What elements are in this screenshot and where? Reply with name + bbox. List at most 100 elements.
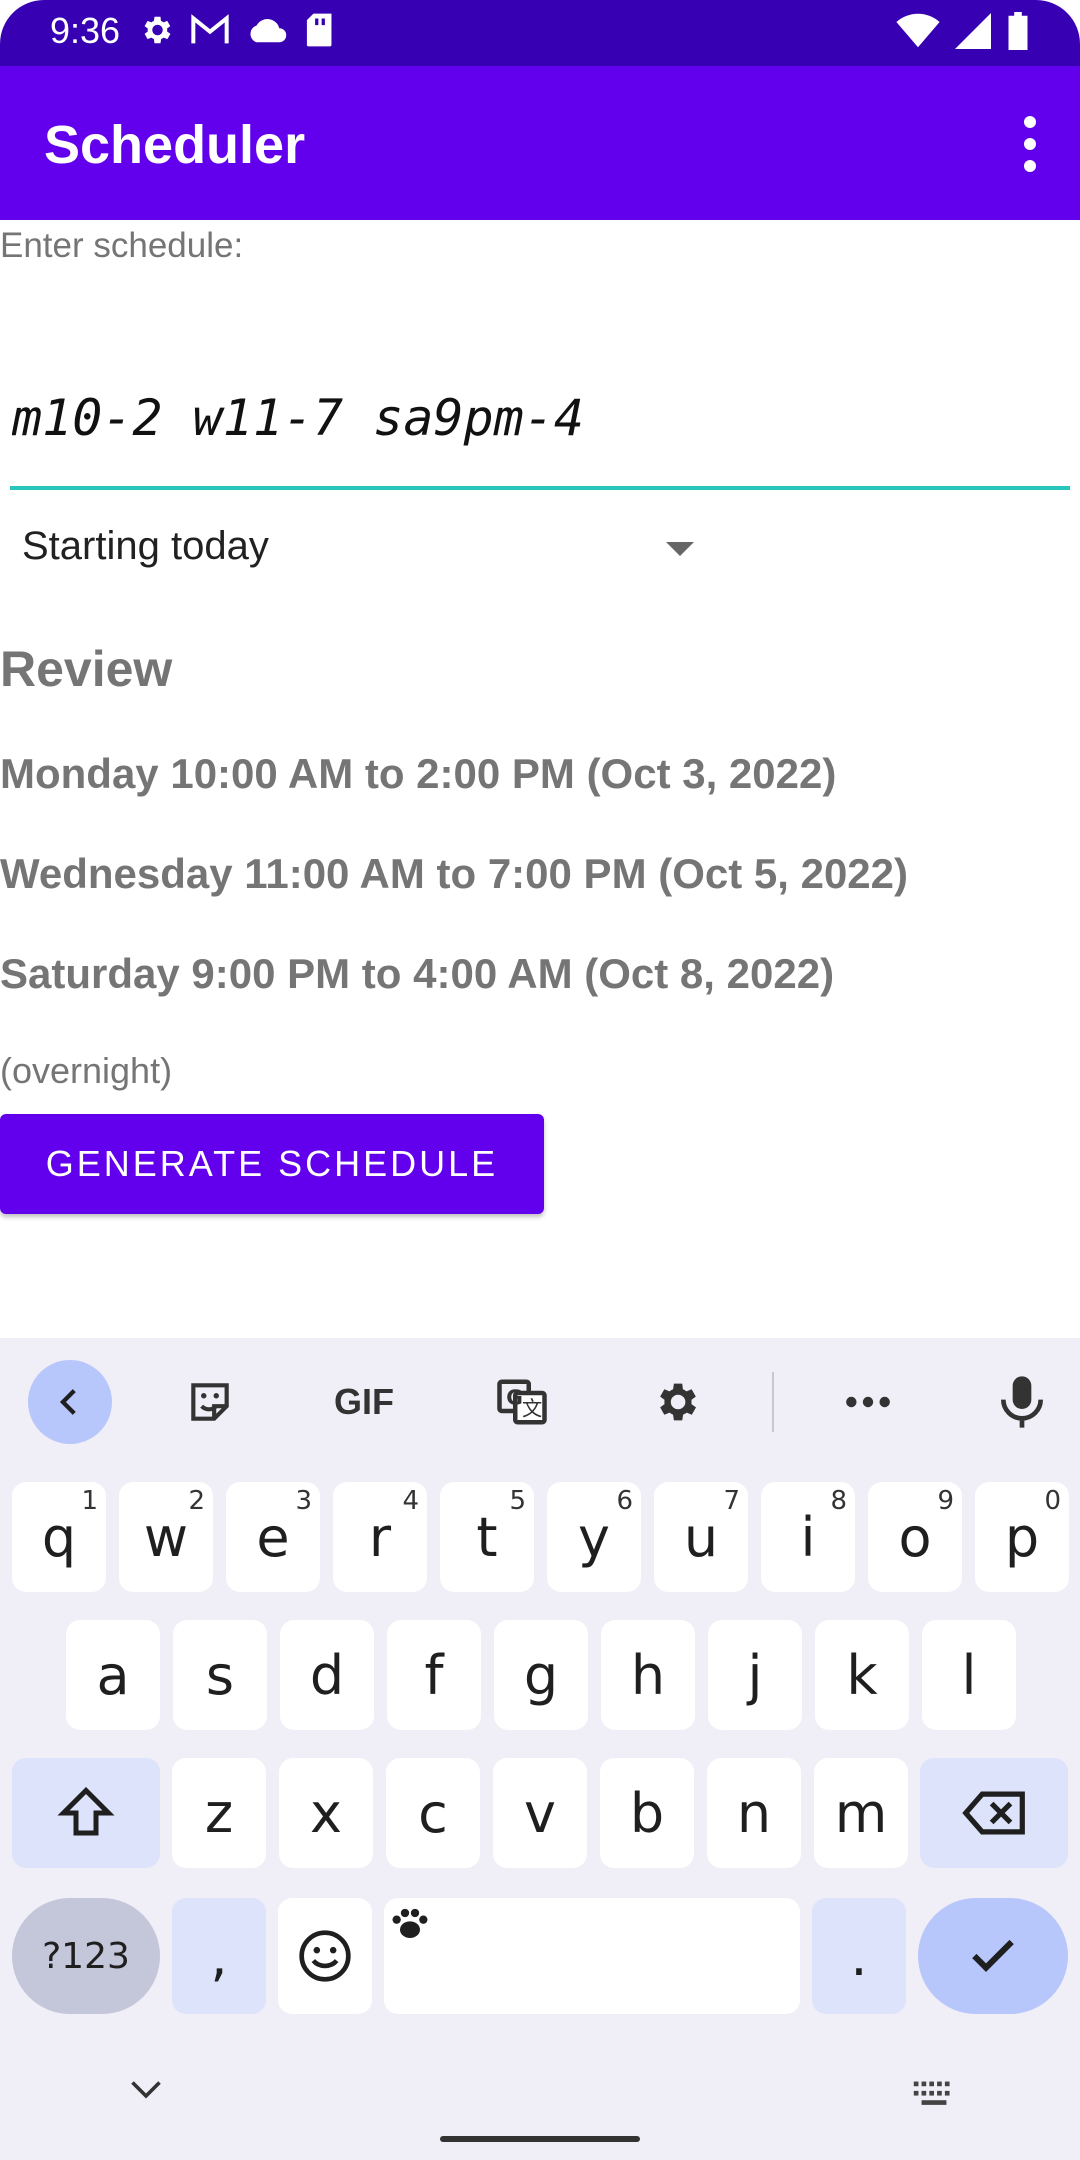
key-u[interactable]: u7 — [654, 1482, 748, 1592]
key-v-label: v — [524, 1781, 556, 1845]
key-f-label: f — [424, 1643, 444, 1707]
more-vert-icon[interactable] — [1010, 116, 1050, 172]
key-u-hint: 7 — [723, 1486, 740, 1516]
wifi-icon — [896, 13, 940, 48]
key-s-label: s — [205, 1643, 235, 1707]
key-x[interactable]: x — [279, 1758, 373, 1868]
key-g-label: g — [523, 1643, 559, 1707]
backspace-key[interactable] — [920, 1758, 1068, 1868]
key-h-label: h — [630, 1643, 666, 1707]
svg-text:G: G — [506, 1385, 523, 1409]
key-z-label: z — [204, 1781, 234, 1845]
key-n-label: n — [736, 1781, 772, 1845]
key-i[interactable]: i8 — [761, 1482, 855, 1592]
key-b[interactable]: b — [600, 1758, 694, 1868]
review-line-2: Wednesday 11:00 AM to 7:00 PM (Oct 5, 20… — [0, 850, 909, 897]
key-d-label: d — [309, 1643, 345, 1707]
key-c[interactable]: c — [386, 1758, 480, 1868]
key-b-label: b — [629, 1781, 665, 1845]
key-g[interactable]: g — [494, 1620, 588, 1730]
paw-icon — [392, 1908, 428, 1938]
key-r-hint: 4 — [402, 1486, 419, 1516]
review-line-1: Monday 10:00 AM to 2:00 PM (Oct 3, 2022) — [0, 750, 837, 797]
app-bar: Scheduler — [0, 66, 1080, 220]
status-time: 9:36 — [50, 10, 121, 51]
key-f[interactable]: f — [387, 1620, 481, 1730]
key-q-hint: 1 — [81, 1486, 98, 1516]
more-horiz-icon[interactable] — [826, 1360, 910, 1444]
key-y-hint: 6 — [616, 1486, 633, 1516]
schedule-label: Enter schedule: — [0, 226, 244, 265]
key-a-label: a — [96, 1643, 130, 1707]
battery-icon — [1008, 12, 1028, 50]
spinner-value: Starting today — [22, 524, 269, 568]
overnight-note: (overnight) — [0, 1050, 173, 1091]
key-u-label: u — [683, 1505, 719, 1569]
key-l-label: l — [961, 1643, 977, 1707]
key-j[interactable]: j — [708, 1620, 802, 1730]
sticker-icon[interactable] — [168, 1360, 252, 1444]
translate-icon[interactable]: G文 — [480, 1360, 564, 1444]
key-q[interactable]: q1 — [12, 1482, 106, 1592]
key-p[interactable]: p0 — [975, 1482, 1069, 1592]
dropdown-arrow-icon — [666, 542, 694, 556]
key-e[interactable]: e3 — [226, 1482, 320, 1592]
period-key[interactable]: . — [812, 1898, 906, 2014]
settings-icon — [144, 16, 171, 44]
keyboard-switch-icon[interactable] — [912, 2080, 956, 2108]
key-z[interactable]: z — [172, 1758, 266, 1868]
keyboard-toolbar: GIF G文 — [0, 1338, 1080, 1468]
generate-schedule-button[interactable]: GENERATE SCHEDULE — [0, 1114, 544, 1214]
key-y-label: y — [578, 1505, 610, 1569]
key-k-label: k — [846, 1643, 878, 1707]
key-v[interactable]: v — [493, 1758, 587, 1868]
key-i-label: i — [800, 1505, 816, 1569]
status-bar: 9:36 — [0, 0, 1080, 66]
emoji-key[interactable] — [278, 1898, 372, 2014]
key-t-label: t — [476, 1505, 498, 1569]
key-e-label: e — [256, 1505, 290, 1569]
symbols-key[interactable]: ?123 — [12, 1898, 160, 2014]
key-x-label: x — [310, 1781, 342, 1845]
shift-key[interactable] — [12, 1758, 160, 1868]
cloud-icon — [250, 19, 287, 43]
key-e-hint: 3 — [295, 1486, 312, 1516]
status-right-icons — [896, 12, 1030, 50]
svg-text:文: 文 — [522, 1397, 542, 1421]
key-i-hint: 8 — [830, 1486, 847, 1516]
key-p-hint: 0 — [1044, 1486, 1061, 1516]
key-w[interactable]: w2 — [119, 1482, 213, 1592]
key-j-label: j — [747, 1643, 763, 1707]
hide-keyboard-icon[interactable] — [128, 2078, 164, 2102]
key-o[interactable]: o9 — [868, 1482, 962, 1592]
key-w-label: w — [143, 1505, 189, 1569]
schedule-input[interactable] — [10, 350, 1070, 490]
key-t-hint: 5 — [509, 1486, 526, 1516]
status-left-icons — [138, 12, 336, 48]
app-title: Scheduler — [44, 115, 306, 175]
key-n[interactable]: n — [707, 1758, 801, 1868]
key-o-label: o — [898, 1505, 932, 1569]
key-s[interactable]: s — [173, 1620, 267, 1730]
key-o-hint: 9 — [937, 1486, 954, 1516]
key-t[interactable]: t5 — [440, 1482, 534, 1592]
key-k[interactable]: k — [815, 1620, 909, 1730]
mic-icon[interactable] — [980, 1360, 1064, 1444]
key-y[interactable]: y6 — [547, 1482, 641, 1592]
back-icon[interactable] — [28, 1360, 112, 1444]
gesture-nav-handle[interactable] — [440, 2136, 640, 2142]
key-a[interactable]: a — [66, 1620, 160, 1730]
key-m[interactable]: m — [814, 1758, 908, 1868]
key-r[interactable]: r4 — [333, 1482, 427, 1592]
comma-key[interactable]: , — [172, 1898, 266, 2014]
enter-key[interactable] — [918, 1898, 1068, 2014]
gif-button[interactable]: GIF — [322, 1360, 406, 1444]
key-h[interactable]: h — [601, 1620, 695, 1730]
key-q-label: q — [41, 1505, 77, 1569]
gear-icon[interactable] — [634, 1360, 718, 1444]
start-date-spinner[interactable]: Starting today — [0, 510, 710, 590]
space-key[interactable] — [384, 1898, 800, 2014]
key-l[interactable]: l — [922, 1620, 1016, 1730]
soft-keyboard: GIF G文 q1w2e3r4t5y6u7i8o9p0asdfghjklzxcv… — [0, 1338, 1080, 2160]
key-d[interactable]: d — [280, 1620, 374, 1730]
